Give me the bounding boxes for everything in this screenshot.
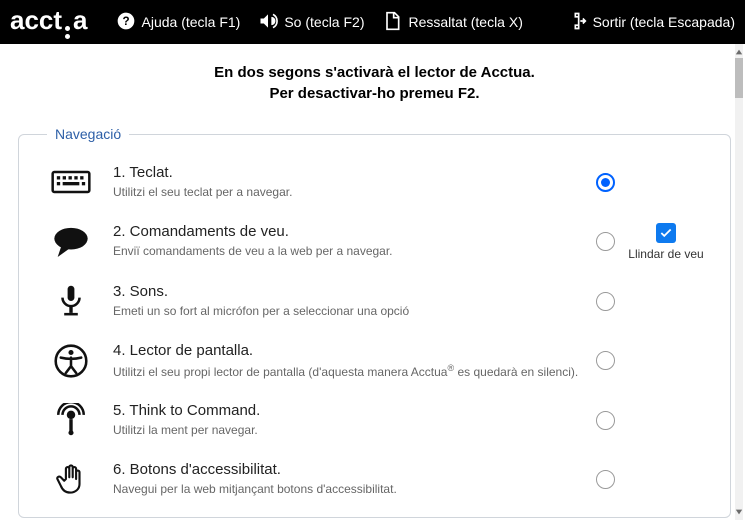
option-title: 5. Think to Command. xyxy=(113,402,584,419)
fieldset-legend: Navegació xyxy=(47,126,129,142)
option-sounds: 3. Sons. Emeti un so fort al micrófon pe… xyxy=(43,283,706,320)
topbar: accta ? Ajuda (tecla F1) So (tecla F2) R… xyxy=(0,0,745,44)
option-title: 6. Botons d'accessibilitat. xyxy=(113,461,584,478)
option-title: 4. Lector de pantalla. xyxy=(113,342,584,359)
option-desc: Utilitzi la ment per navegar. xyxy=(113,423,584,439)
option-radio-a11y-buttons[interactable] xyxy=(596,470,615,489)
option-desc: Utilitzi el seu teclat per a navegar. xyxy=(113,185,584,201)
exit-button[interactable]: Sortir (tecla Escapada) xyxy=(567,11,735,34)
option-title: 2. Comandaments de veu. xyxy=(113,223,584,240)
sound-icon xyxy=(258,11,278,34)
voice-threshold-label: Llindar de veu xyxy=(628,247,703,261)
help-icon: ? xyxy=(116,11,136,34)
option-radio-screenreader[interactable] xyxy=(596,351,615,370)
exit-label: Sortir (tecla Escapada) xyxy=(593,14,735,30)
scrollbar-thumb[interactable] xyxy=(735,58,743,98)
option-screenreader: 4. Lector de pantalla. Utilitzi el seu p… xyxy=(43,342,706,381)
scroll-up-icon[interactable] xyxy=(735,48,743,56)
logo: accta xyxy=(10,5,88,39)
scroll-down-icon[interactable] xyxy=(735,508,743,516)
intro-line1: En dos segons s'activarà el lector de Ac… xyxy=(18,62,731,83)
document-icon xyxy=(382,11,402,34)
option-radio-sounds[interactable] xyxy=(596,292,615,311)
help-button[interactable]: ? Ajuda (tecla F1) xyxy=(116,11,241,34)
broadcast-icon xyxy=(43,403,99,437)
option-think: 5. Think to Command. Utilitzi la ment pe… xyxy=(43,402,706,439)
option-radio-keyboard[interactable] xyxy=(596,173,615,192)
main-content: En dos segons s'activarà el lector de Ac… xyxy=(0,44,745,520)
option-radio-voice[interactable] xyxy=(596,232,615,251)
scrollbar-track[interactable] xyxy=(735,44,743,520)
speech-bubble-icon xyxy=(43,225,99,259)
option-title: 1. Teclat. xyxy=(113,164,584,181)
svg-text:?: ? xyxy=(122,15,129,28)
exit-icon xyxy=(567,11,587,34)
keyboard-icon xyxy=(43,165,99,199)
highlight-label: Ressaltat (tecla X) xyxy=(408,14,522,30)
sound-label: So (tecla F2) xyxy=(284,14,364,30)
help-label: Ajuda (tecla F1) xyxy=(142,14,241,30)
microphone-icon xyxy=(43,284,99,318)
hand-icon xyxy=(43,462,99,496)
voice-threshold: Llindar de veu xyxy=(626,223,706,261)
option-desc: Enviï comandaments de veu a la web per a… xyxy=(113,244,584,260)
navigation-fieldset: Navegació 1. Teclat. Utilitzi el seu tec… xyxy=(18,126,731,518)
option-title: 3. Sons. xyxy=(113,283,584,300)
accessibility-icon xyxy=(43,344,99,378)
option-voice: 2. Comandaments de veu. Enviï comandamen… xyxy=(43,223,706,261)
intro-line2: Per desactivar-ho premeu F2. xyxy=(18,83,731,104)
option-keyboard: 1. Teclat. Utilitzi el seu teclat per a … xyxy=(43,164,706,201)
highlight-button[interactable]: Ressaltat (tecla X) xyxy=(382,11,522,34)
option-radio-think[interactable] xyxy=(596,411,615,430)
sound-button[interactable]: So (tecla F2) xyxy=(258,11,364,34)
option-a11y-buttons: 6. Botons d'accessibilitat. Navegui per … xyxy=(43,461,706,498)
intro-text: En dos segons s'activarà el lector de Ac… xyxy=(18,62,731,104)
option-desc: Utilitzi el seu propi lector de pantalla… xyxy=(113,363,584,381)
option-desc: Emeti un so fort al micrófon per a selec… xyxy=(113,304,584,320)
option-desc: Navegui per la web mitjançant botons d'a… xyxy=(113,482,584,498)
voice-threshold-checkbox[interactable] xyxy=(656,223,676,243)
